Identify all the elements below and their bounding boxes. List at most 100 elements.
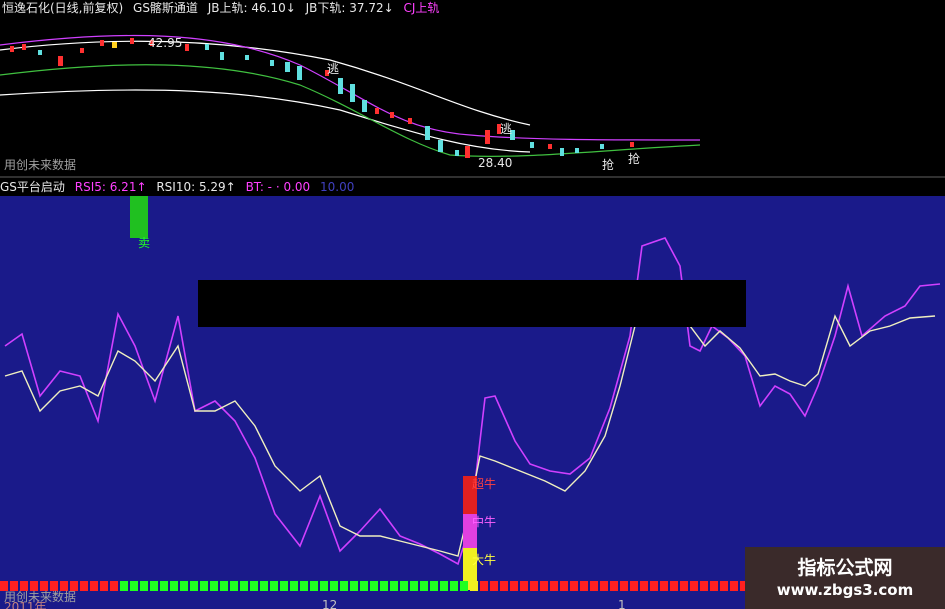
signal-cell — [720, 581, 728, 591]
signal-cell — [420, 581, 428, 591]
signal-cell — [410, 581, 418, 591]
signal-cell — [590, 581, 598, 591]
signal-cell — [200, 581, 208, 591]
signal-cell — [710, 581, 718, 591]
signal-cell — [350, 581, 358, 591]
signal-cell — [510, 581, 518, 591]
signal-cell — [330, 581, 338, 591]
signal-cell — [310, 581, 318, 591]
watermark-title: 指标公式网 — [797, 557, 893, 579]
signal-cell — [610, 581, 618, 591]
signal-cell — [640, 581, 648, 591]
price-chart-panel[interactable]: 恒逸石化(日线,前复权) GS髂斯通道 JB上轨: 46.10↓ JB下轨: 3… — [0, 0, 945, 178]
signal-cell — [450, 581, 458, 591]
signal-cell — [650, 581, 658, 591]
candlestick-chart — [0, 34, 945, 178]
candles — [10, 38, 634, 158]
indicator-name: GS平台启动 — [0, 180, 65, 194]
big-bull-label: 大牛 — [472, 553, 497, 567]
sell-label: 卖 — [138, 236, 151, 250]
jb-upper-value: JB上轨: 46.10↓ — [207, 1, 296, 15]
signal-cell — [430, 581, 438, 591]
signal-cell — [90, 581, 98, 591]
signal-cell — [110, 581, 118, 591]
signal-cell — [470, 581, 478, 591]
tick-1-label: 1 — [618, 598, 626, 609]
signal-cell — [370, 581, 378, 591]
watermark-url: www.zbgs3.com — [776, 581, 914, 599]
signal-cell — [480, 581, 488, 591]
tick-12-label: 12 — [322, 598, 338, 609]
signal-cell — [580, 581, 588, 591]
signal-cell — [670, 581, 678, 591]
signal-cell — [690, 581, 698, 591]
signal-cell — [570, 581, 578, 591]
site-watermark: 指标公式网 www.zbgs3.com — [745, 547, 945, 609]
signal-cell — [440, 581, 448, 591]
year-label: 2011年 — [4, 600, 47, 609]
signal-cell — [100, 581, 108, 591]
rsi5-value: RSI5: 6.21↑ — [74, 180, 147, 194]
signal-cell — [620, 581, 628, 591]
grab-mark-1: 抢 — [602, 158, 615, 172]
extra-value: 10.00 — [320, 180, 355, 194]
rsi10-value: RSI10: 5.29↑ — [156, 180, 236, 194]
signal-cell — [270, 581, 278, 591]
signal-cell — [290, 581, 298, 591]
signal-cell — [360, 581, 368, 591]
price-low-label: 28.40 — [478, 156, 513, 170]
grab-mark-2: 抢 — [628, 152, 641, 166]
signal-cell — [390, 581, 398, 591]
signal-cell — [490, 581, 498, 591]
signal-cell — [540, 581, 548, 591]
signal-cell — [250, 581, 258, 591]
signal-cell — [160, 581, 168, 591]
signal-cell — [280, 581, 288, 591]
signal-cell — [660, 581, 668, 591]
signal-cell — [140, 581, 148, 591]
jb-lower-value: JB下轨: 37.72↓ — [305, 1, 394, 15]
middle-line-green — [0, 64, 701, 157]
signal-cell — [120, 581, 128, 591]
escape-mark-2: 逃 — [500, 122, 513, 136]
indicator-chart-panel[interactable]: 卖 超牛 中牛 大牛 用创未来数据 2011年 12 1 指标公式网 www.z… — [0, 196, 945, 609]
mid-bull-label: 中牛 — [472, 515, 497, 529]
lower-channel-line — [0, 89, 531, 153]
cj-upper-value: CJ上轨 — [403, 1, 440, 15]
signal-cell — [180, 581, 188, 591]
signal-cell — [300, 581, 308, 591]
signal-cell — [530, 581, 538, 591]
super-bull-label: 超牛 — [472, 477, 497, 491]
escape-mark-1: 逃 — [327, 62, 340, 76]
signal-cell — [700, 581, 708, 591]
price-high-label: 42.95 — [148, 36, 183, 50]
signal-cell — [240, 581, 248, 591]
signal-cell — [260, 581, 268, 591]
signal-cell — [460, 581, 468, 591]
signal-cell — [220, 581, 228, 591]
signal-cell — [320, 581, 328, 591]
signal-cell — [340, 581, 348, 591]
signal-cell — [190, 581, 198, 591]
signal-cell — [150, 581, 158, 591]
signal-cell — [80, 581, 88, 591]
indicator-legend: GS平台启动 RSI5: 6.21↑ RSI10: 5.29↑ BT: - · … — [0, 178, 945, 196]
signal-cell — [230, 581, 238, 591]
signal-cell — [550, 581, 558, 591]
signal-cell — [520, 581, 528, 591]
signal-cell — [680, 581, 688, 591]
signal-strip — [0, 581, 745, 591]
upper-channel-line — [0, 40, 531, 126]
redaction-box — [198, 280, 746, 327]
signal-cell — [210, 581, 218, 591]
signal-cell — [400, 581, 408, 591]
signal-cell — [380, 581, 388, 591]
bt-value: BT: - · 0.00 — [245, 180, 311, 194]
signal-cell — [630, 581, 638, 591]
signal-cell — [560, 581, 568, 591]
channel-name: GS髂斯通道 — [133, 1, 198, 15]
signal-cell — [730, 581, 738, 591]
signal-cell — [130, 581, 138, 591]
top-footer: 用创未来数据 — [4, 158, 77, 172]
signal-cell — [600, 581, 608, 591]
